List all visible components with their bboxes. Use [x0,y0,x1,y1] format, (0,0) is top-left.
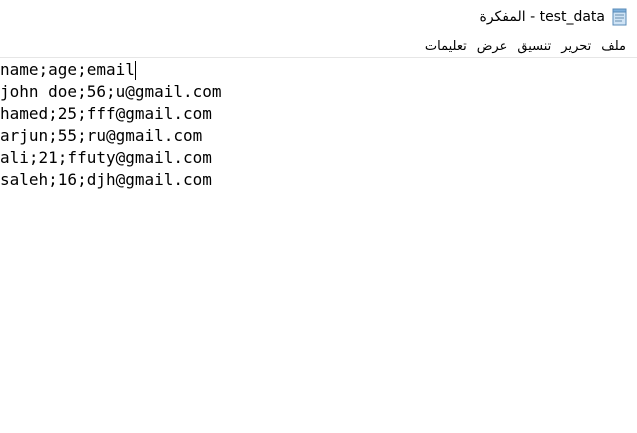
title-bar[interactable]: test_data - المفكرة [0,0,637,34]
editor-line: hamed;25;fff@gmail.com [0,103,634,125]
editor-line-text: saleh;16;djh@gmail.com [0,170,212,189]
editor-line: saleh;16;djh@gmail.com [0,169,634,191]
editor-line: john doe;56;u@gmail.com [0,81,634,103]
menu-format[interactable]: تنسيق [512,36,556,58]
editor-line-text: hamed;25;fff@gmail.com [0,104,212,123]
window-title: test_data - المفكرة [479,9,606,25]
editor-line-text: ali;21;ffuty@gmail.com [0,148,212,167]
menu-help[interactable]: تعليمات [420,36,472,58]
editor-line: name;age;email [0,59,634,81]
text-caret [134,60,136,80]
menu-edit[interactable]: تحرير [556,36,596,58]
menu-view[interactable]: عرض [472,36,513,58]
menu-file[interactable]: ملف [596,36,631,58]
editor-line: ali;21;ffuty@gmail.com [0,147,634,169]
editor-line-text: name;age;email [0,60,135,79]
editor-line-text: john doe;56;u@gmail.com [0,82,222,101]
text-editor-area[interactable]: name;age;email john doe;56;u@gmail.com h… [0,59,637,433]
editor-line-text: arjun;55;ru@gmail.com [0,126,203,145]
editor-line: arjun;55;ru@gmail.com [0,125,634,147]
notepad-icon [611,8,629,26]
notepad-window: test_data - المفكرة ملف تحرير تنسيق عرض … [0,0,637,433]
menu-bar: ملف تحرير تنسيق عرض تعليمات [0,36,637,58]
